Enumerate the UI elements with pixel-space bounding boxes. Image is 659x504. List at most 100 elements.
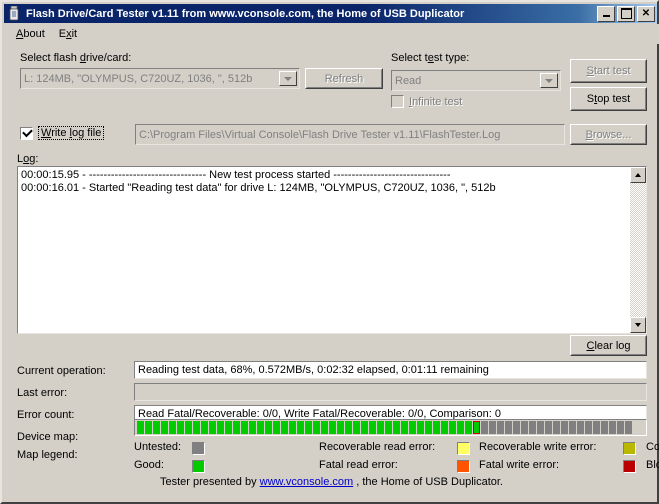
device-map-block-untested [625, 421, 632, 434]
device-map-block-good [345, 421, 352, 434]
menu-item-exit[interactable]: Exit [52, 26, 84, 42]
footer-prefix: Tester presented by [159, 476, 260, 488]
log-file-path-input[interactable]: C:\Program Files\Virtual Console\Flash D… [134, 123, 566, 146]
device-map-block-good [169, 421, 176, 434]
device-map-block-good [305, 421, 312, 434]
legend-label-untested: Untested: [134, 441, 182, 453]
device-map-block-untested [489, 421, 496, 434]
last-error-value [133, 382, 648, 402]
device-map-block-good [257, 421, 264, 434]
write-log-file-row[interactable]: Write log file [20, 126, 105, 140]
chevron-down-icon[interactable] [540, 73, 558, 88]
device-map-block-good [353, 421, 360, 434]
infinite-test-checkbox[interactable] [391, 95, 404, 108]
log-file-path-value: C:\Program Files\Virtual Console\Flash D… [139, 128, 501, 141]
device-map-block-good [201, 421, 208, 434]
vconsole-link[interactable]: www.vconsole.com [260, 476, 354, 488]
drive-select-combo[interactable]: L: 124MB, "OLYMPUS, C720UZ, 1036, ", 512… [19, 67, 301, 90]
device-map-block-good [417, 421, 424, 434]
legend-item-recoverable-read-error: Recoverable read error: [319, 441, 470, 455]
chevron-down-icon[interactable] [279, 71, 297, 86]
triangle-down-icon[interactable] [630, 317, 646, 333]
write-log-file-checkbox[interactable] [20, 126, 33, 140]
legend-label-good: Good: [134, 459, 164, 471]
device-map-block-untested [545, 421, 552, 434]
device-map-block-good [457, 421, 464, 434]
device-map-block-untested [601, 421, 608, 434]
device-map-cursor [473, 421, 480, 434]
legend-swatch-fatal-read-error [457, 460, 470, 473]
device-map-block-good [361, 421, 368, 434]
legend-label-comparison-error: Comparsion error: [646, 441, 659, 453]
legend-swatch-fatal-write-error [623, 460, 636, 473]
legend-item-fatal-read-error: Fatal read error: [319, 459, 470, 473]
app-window: Flash Drive/Card Tester v1.11 from www.v… [0, 0, 659, 504]
test-type-label: Select test type: [391, 52, 470, 64]
refresh-label: Refresh [324, 72, 364, 85]
legend-label-recoverable-read-error: Recoverable read error: [319, 441, 436, 453]
log-scrollbar-track[interactable] [630, 183, 646, 317]
device-map-block-untested [561, 421, 568, 434]
device-map-block-untested [513, 421, 520, 434]
current-operation-label: Current operation: [17, 365, 106, 377]
log-label: Log: [17, 153, 39, 165]
log-textarea[interactable]: 00:00:15.95 - --------------------------… [16, 165, 648, 335]
device-map-block-good [393, 421, 400, 434]
clear-log-button[interactable]: Clear log [570, 335, 647, 356]
legend-label-recoverable-write-error: Recoverable write error: [479, 441, 597, 453]
close-button[interactable]: ✕ [637, 5, 655, 22]
window-controls: ✕ [597, 5, 655, 22]
log-content: 00:00:15.95 - --------------------------… [21, 169, 626, 195]
menu-bar: About Exit [4, 24, 659, 44]
start-test-label: Start test [586, 65, 631, 77]
device-map-block-untested [521, 421, 528, 434]
device-map-block-good [425, 421, 432, 434]
infinite-test-row[interactable]: Infinite test [391, 95, 462, 108]
refresh-button[interactable]: Refresh [305, 68, 383, 89]
map-legend-label: Map legend: [17, 449, 78, 461]
device-map-block-good [137, 421, 144, 434]
menu-item-about[interactable]: About [9, 26, 52, 42]
test-type-combo[interactable]: Read [390, 69, 562, 92]
legend-item-fatal-write-error: Fatal write error: [479, 459, 636, 473]
infinite-test-label: Infinite test [409, 95, 463, 108]
device-map-block-good [185, 421, 192, 434]
log-line: 00:00:16.01 - Started "Reading test data… [21, 182, 496, 194]
legend-item-comparison-error: Comparsion error: [646, 441, 659, 453]
triangle-up-icon[interactable] [630, 167, 646, 183]
legend-item-block-size: Block size: 1MB [646, 459, 659, 471]
device-map [134, 419, 647, 436]
device-map-block-untested [577, 421, 584, 434]
browse-label: Browse... [585, 128, 632, 141]
device-map-label: Device map: [17, 431, 79, 443]
title-bar[interactable]: Flash Drive/Card Tester v1.11 from www.v… [4, 4, 657, 23]
device-map-block-good [161, 421, 168, 434]
maximize-button[interactable] [617, 5, 635, 22]
device-map-block-good [241, 421, 248, 434]
stop-test-button[interactable]: Stop test [570, 87, 647, 111]
device-map-block-good [313, 421, 320, 434]
device-map-block-good [225, 421, 232, 434]
legend-label-fatal-write-error: Fatal write error: [479, 459, 560, 471]
clear-log-label: Clear log [586, 339, 631, 352]
last-error-label: Last error: [17, 387, 68, 399]
legend-swatch-recoverable-read-error [457, 442, 470, 455]
test-type-value: Read [395, 74, 422, 87]
device-map-block-good [385, 421, 392, 434]
drive-select-value: L: 124MB, "OLYMPUS, C720UZ, 1036, ", 512… [24, 72, 253, 85]
device-map-block-good [449, 421, 456, 434]
browse-button[interactable]: Browse... [570, 124, 647, 145]
device-map-block-good [233, 421, 240, 434]
stop-test-label: Stop test [586, 93, 631, 105]
legend-item-untested: Untested: [134, 441, 205, 455]
minimize-button[interactable] [597, 5, 615, 22]
log-line: 00:00:15.95 - --------------------------… [21, 169, 451, 181]
drive-select-label: Select flash drive/card: [20, 52, 132, 64]
device-map-block-untested [593, 421, 600, 434]
start-test-button[interactable]: Start test [570, 59, 647, 83]
window-title: Flash Drive/Card Tester v1.11 from www.v… [26, 7, 465, 20]
legend-item-recoverable-write-error: Recoverable write error: [479, 441, 636, 455]
device-map-block-good [273, 421, 280, 434]
device-map-block-good [249, 421, 256, 434]
log-scrollbar[interactable] [630, 167, 646, 333]
